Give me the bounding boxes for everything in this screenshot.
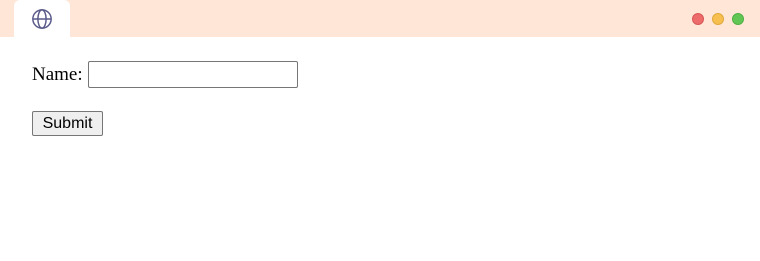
browser-window: Name: Submit xyxy=(0,0,760,261)
maximize-window-button[interactable] xyxy=(732,13,744,25)
name-input[interactable] xyxy=(87,61,298,88)
name-row: Name: xyxy=(32,61,298,88)
browser-tab[interactable] xyxy=(14,0,70,37)
title-bar xyxy=(0,0,760,37)
close-window-button[interactable] xyxy=(692,13,704,25)
submit-button[interactable]: Submit xyxy=(32,111,103,136)
window-controls xyxy=(692,13,744,25)
minimize-window-button[interactable] xyxy=(712,13,724,25)
name-label: Name: xyxy=(32,63,83,85)
globe-icon xyxy=(32,9,52,29)
page-content: Name: Submit xyxy=(32,61,298,136)
